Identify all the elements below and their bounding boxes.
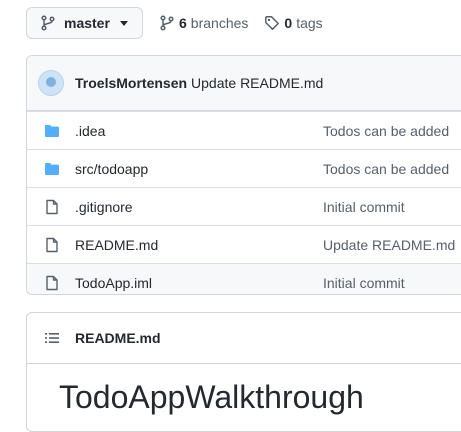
file-icon	[46, 275, 58, 291]
readme-panel: README.md TodoAppWalkthrough	[26, 312, 461, 432]
folder-icon	[45, 125, 59, 137]
commit-author[interactable]: TroelsMortensen	[75, 75, 187, 91]
file-name[interactable]: .gitignore	[75, 199, 133, 215]
file-row[interactable]: .gitignore Initial commit	[27, 187, 461, 225]
branches-label: branches	[190, 15, 249, 31]
latest-commit-bar: TroelsMortensen Update README.md	[27, 56, 461, 111]
branches-count: 6	[179, 15, 187, 31]
file-row[interactable]: TodoApp.iml Initial commit	[27, 263, 461, 294]
tags-link[interactable]: 0 tags	[264, 15, 323, 31]
list-unordered-icon[interactable]	[44, 330, 60, 346]
commit-message[interactable]: Update README.md	[191, 75, 323, 91]
repo-toolbar: master 6 branches 0 tags	[26, 7, 323, 39]
branch-name: master	[64, 15, 110, 31]
file-commit-message[interactable]: Initial commit	[323, 199, 405, 215]
tag-icon	[265, 16, 280, 30]
folder-icon	[45, 163, 59, 175]
file-icon	[46, 237, 58, 253]
file-name[interactable]: README.md	[75, 237, 158, 253]
file-icon	[46, 199, 58, 215]
file-name[interactable]: src/todoapp	[75, 161, 148, 177]
file-name[interactable]: TodoApp.iml	[75, 275, 152, 291]
avatar[interactable]	[38, 70, 64, 96]
file-commit-message[interactable]: Todos can be added	[323, 123, 449, 139]
file-commit-message[interactable]: Update README.md	[323, 237, 455, 253]
readme-heading: TodoAppWalkthrough	[59, 379, 364, 415]
file-row[interactable]: .idea Todos can be added	[27, 111, 461, 149]
git-branch-icon	[160, 15, 174, 31]
file-row[interactable]: README.md Update README.md	[27, 225, 461, 263]
readme-header: README.md	[27, 313, 461, 364]
file-commit-message[interactable]: Todos can be added	[323, 161, 449, 177]
readme-filename: README.md	[75, 330, 161, 346]
file-row[interactable]: src/todoapp Todos can be added	[27, 149, 461, 187]
git-branch-icon	[41, 15, 55, 31]
tags-label: tags	[296, 15, 323, 31]
file-name[interactable]: .idea	[75, 123, 105, 139]
branch-selector-button[interactable]: master	[26, 7, 143, 39]
file-browser: TroelsMortensen Update README.md .idea T…	[26, 55, 461, 295]
branches-link[interactable]: 6 branches	[159, 15, 248, 31]
chevron-down-icon	[119, 20, 128, 26]
tags-count: 0	[284, 15, 293, 31]
file-commit-message[interactable]: Initial commit	[323, 275, 405, 291]
